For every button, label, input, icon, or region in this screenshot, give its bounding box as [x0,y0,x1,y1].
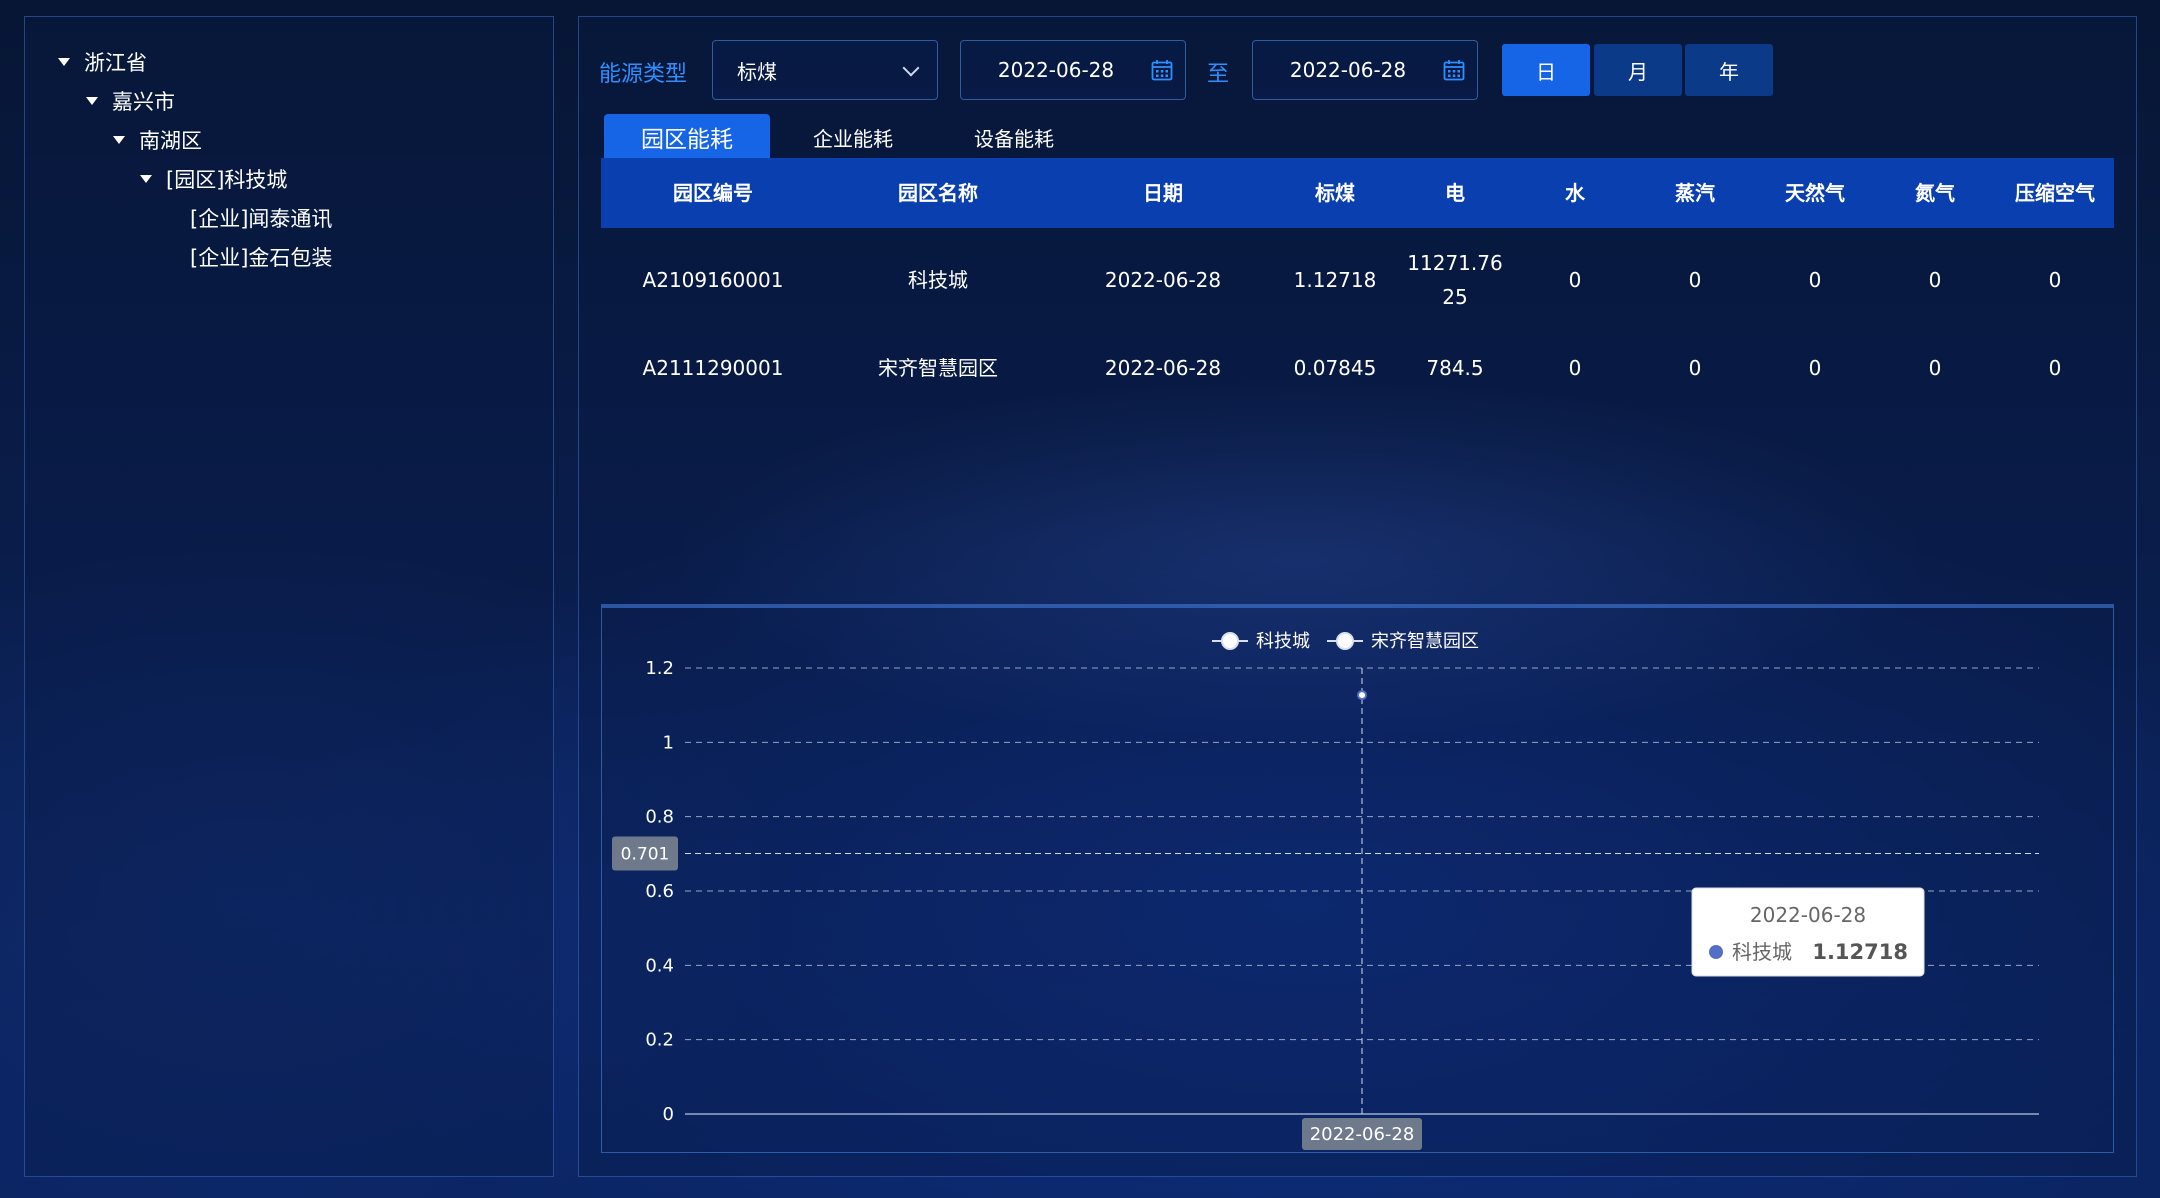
tree-node-label: [企业]金石包装 [190,246,333,270]
table-cell: 0 [1688,356,1702,380]
date-from-picker[interactable]: 2022-06-28 [960,40,1186,100]
chart-canvas[interactable]: 1.2 1 0.8 0.6 0.4 0.2 0 0.701 2022-06-28 科技城 宋齐智慧园… [602,608,2113,1153]
energy-type-select[interactable]: 标煤 [712,40,938,100]
date-from-value: 2022-06-28 [997,58,1115,82]
tree-node-company[interactable]: [企业]闻泰通讯 [190,203,332,233]
table-cell: 2022-06-28 [1104,356,1222,380]
y-tick-label: 0.6 [645,881,674,902]
tree-node-city[interactable]: 嘉兴市 [86,86,175,116]
table-cell: 0 [1808,268,1822,292]
table-cell: A2111290001 [642,356,784,380]
legend-marker [1221,632,1239,650]
caret-down-icon[interactable] [140,175,152,183]
y-tick-label: 1.2 [645,658,674,679]
tree-node-company[interactable]: [企业]金石包装 [190,242,332,272]
tree-node-label: [园区]科技城 [166,168,288,192]
tooltip-value: 1.12718 [1812,940,1908,964]
period-day-button[interactable]: 日 [1502,44,1590,96]
table-cell: 0 [1928,268,1942,292]
tooltip-title: 2022-06-28 [1750,903,1866,927]
tree-node-province[interactable]: 浙江省 [58,47,147,77]
column-header[interactable]: 水 [1565,158,1585,228]
y-tick-label: 0.8 [645,807,674,828]
y-tick-label: 0.2 [645,1030,674,1051]
table-cell: 2022-06-28 [1104,268,1222,292]
legend-label: 宋齐智慧园区 [1371,631,1479,652]
table-cell: 科技城 [908,268,968,292]
calendar-icon[interactable] [1151,59,1173,81]
table-cell: 784.5 [1426,356,1484,380]
calendar-icon[interactable] [1443,59,1465,81]
column-header[interactable]: 压缩空气 [2015,158,2095,228]
tab-company-energy[interactable]: 企业能耗 [778,114,928,160]
tree-node-label: 南湖区 [139,129,202,153]
column-header[interactable]: 天然气 [1785,158,1845,228]
caret-down-icon[interactable] [58,58,70,66]
column-header[interactable]: 电 [1445,158,1465,228]
table-cell: 0 [1928,356,1942,380]
caret-down-icon[interactable] [86,97,98,105]
legend-marker [1336,632,1354,650]
period-year-button[interactable]: 年 [1685,44,1773,96]
date-to-value: 2022-06-28 [1289,58,1407,82]
energy-line-chart: 1.2 1 0.8 0.6 0.4 0.2 0 0.701 2022-06-28 科技城 宋齐智慧园… [601,604,2114,1153]
table-cell: 0 [2048,268,2062,292]
table-cell: 0 [2048,356,2062,380]
table-cell: 1.12718 [1293,268,1377,292]
tab-device-energy[interactable]: 设备能耗 [936,114,1092,160]
tree-node-park[interactable]: [园区]科技城 [140,164,287,194]
y-tick-label: 0.4 [645,955,674,976]
table-cell: 0.07845 [1293,356,1377,380]
caret-down-icon[interactable] [113,136,125,144]
x-tick-label: 2022-06-28 [1310,1124,1415,1145]
column-header[interactable]: 标煤 [1315,158,1355,228]
column-header[interactable]: 氮气 [1915,158,1955,228]
y-tick-label: 0 [663,1104,674,1125]
energy-type-label: 能源类型 [599,62,688,87]
column-header[interactable]: 园区编号 [673,158,753,228]
cell-text-line: 25 [1442,285,1468,309]
column-header[interactable]: 日期 [1143,158,1183,228]
column-header[interactable]: 蒸汽 [1675,158,1715,228]
table-cell: 宋齐智慧园区 [878,356,998,380]
table-cell: 0 [1688,268,1702,292]
tree-node-district[interactable]: 南湖区 [113,125,202,155]
table-cell: 0 [1568,268,1582,292]
legend-label: 科技城 [1256,631,1310,652]
cell-text-line: 11271.76 [1407,251,1503,275]
table-cell: 0 [1568,356,1582,380]
energy-type-value: 标煤 [737,59,777,84]
tooltip-series-name: 科技城 [1732,940,1792,964]
table-cell: A2109160001 [642,268,784,292]
table-header: 园区编号 园区名称 日期 标煤 电 水 蒸汽 天然气 氮气 压缩空气 [601,158,2114,228]
tab-park-energy[interactable]: 园区能耗 [604,114,770,160]
tree-node-label: 浙江省 [84,51,147,75]
date-range-separator: 至 [1207,62,1230,87]
crosshair-y-label: 0.701 [621,844,670,864]
chevron-down-icon[interactable] [902,59,920,77]
org-tree-panel [24,16,554,1177]
tree-node-label: [企业]闻泰通讯 [190,207,333,231]
period-month-button[interactable]: 月 [1594,44,1682,96]
table-cell: 11271.76 25 [1407,246,1502,314]
tree-node-label: 嘉兴市 [112,90,175,114]
table-cell: 0 [1808,356,1822,380]
column-header[interactable]: 园区名称 [898,158,978,228]
tooltip-series-dot [1709,945,1723,959]
date-to-picker[interactable]: 2022-06-28 [1252,40,1478,100]
data-point [1357,690,1367,701]
y-tick-label: 1 [663,732,674,753]
